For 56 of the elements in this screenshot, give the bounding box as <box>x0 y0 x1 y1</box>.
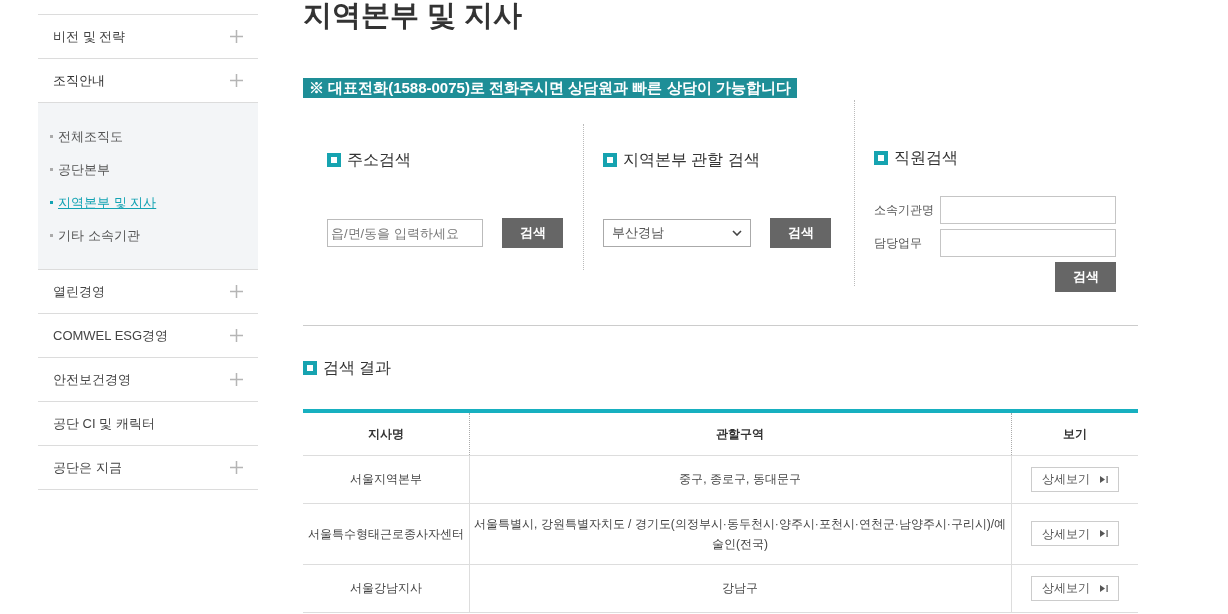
sidebar-menu-item[interactable]: 안전보건경영 <box>53 369 131 390</box>
search-button[interactable]: 검색 <box>1055 262 1116 292</box>
field-label: 소속기관명 <box>874 202 934 219</box>
detail-button[interactable]: 상세보기 <box>1030 575 1119 601</box>
section-title: 주소검색 <box>347 150 411 170</box>
detail-button[interactable]: 상세보기 <box>1030 466 1119 492</box>
section-title: 직원검색 <box>894 148 958 168</box>
table-cell: 서울강남지사 <box>303 564 469 612</box>
table-cell: 서울특수형태근로종사자센터 <box>303 503 469 564</box>
notice-banner: ※ 대표전화(1588-0075)로 전화주시면 상담원과 빠른 상담이 가능합니다 <box>303 78 797 98</box>
square-bullet-icon <box>327 153 341 167</box>
play-end-icon <box>1099 530 1108 537</box>
table-cell: 서울특별시, 강원특별자치도 / 경기도(의정부시·동두천시·양주시·포천시·연천군·남양주시·구리시)/예술인(전국) <box>469 503 1011 564</box>
sidebar-menu-item[interactable]: 열린경영 <box>53 281 105 302</box>
plus-icon <box>230 329 243 342</box>
sidebar-menu-item[interactable]: 비전 및 전략 <box>53 26 126 47</box>
bullet-icon <box>50 201 53 204</box>
table-cell: 강남구 <box>469 564 1011 612</box>
plus-icon <box>230 373 243 386</box>
text-input-field[interactable] <box>940 229 1116 257</box>
column-header: 보기 <box>1011 411 1138 455</box>
square-bullet-icon <box>603 153 617 167</box>
square-bullet-icon <box>303 361 317 375</box>
sidebar-menu-item[interactable]: 조직안내 <box>53 70 105 91</box>
plus-icon <box>230 74 243 87</box>
bullet-icon <box>50 135 53 138</box>
submenu-item[interactable]: 공단본부 <box>58 159 110 180</box>
sidebar-menu-item[interactable]: 공단은 지금 <box>53 457 122 478</box>
submenu-item[interactable]: 기타 소속기관 <box>58 225 140 246</box>
play-end-icon <box>1099 475 1108 483</box>
search-button[interactable]: 검색 <box>770 218 831 248</box>
table-cell: 서울지역본부 <box>303 455 469 503</box>
sidebar-menu-item[interactable]: 공단 CI 및 캐릭터 <box>53 413 155 434</box>
dropdown-value: 부산경남 <box>612 224 664 243</box>
plus-icon <box>230 461 243 474</box>
submenu-item[interactable]: 전체조직도 <box>58 126 123 147</box>
address-input-field[interactable]: 읍/면/동을 입력하세요 <box>327 219 483 247</box>
section-title: 검색 결과 <box>323 358 392 378</box>
field-label: 담당업무 <box>874 235 922 252</box>
column-header: 관할구역 <box>469 411 1011 455</box>
bullet-icon <box>50 234 53 237</box>
section-title: 지역본부 관할 검색 <box>623 150 760 170</box>
text-input-field[interactable] <box>940 196 1116 224</box>
table-cell: 중구, 종로구, 동대문구 <box>469 455 1011 503</box>
column-header: 지사명 <box>303 411 469 455</box>
sidebar-menu-item[interactable]: COMWEL ESG경영 <box>53 325 169 346</box>
plus-icon <box>230 30 243 43</box>
page-title: 지역본부 및 지사 <box>303 0 524 32</box>
detail-button[interactable]: 상세보기 <box>1030 521 1119 546</box>
play-end-icon <box>1099 584 1108 592</box>
square-bullet-icon <box>874 151 888 165</box>
region-dropdown[interactable]: 부산경남 <box>603 219 751 247</box>
chevron-down-icon <box>732 230 742 236</box>
bullet-icon <box>50 168 53 171</box>
plus-icon <box>230 285 243 298</box>
search-button[interactable]: 검색 <box>502 218 563 248</box>
